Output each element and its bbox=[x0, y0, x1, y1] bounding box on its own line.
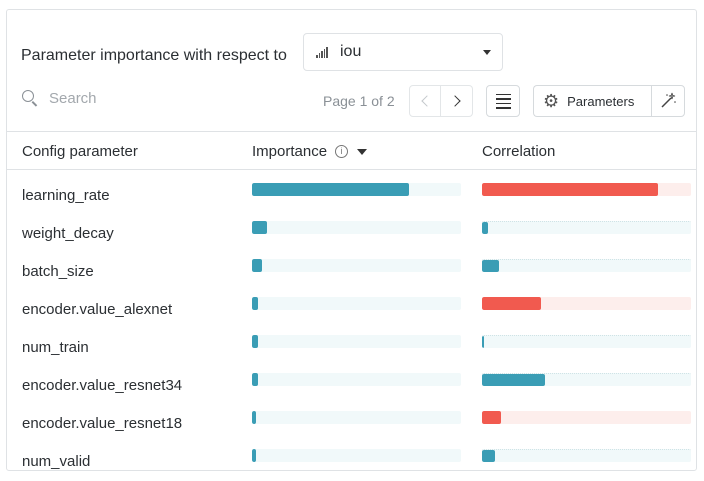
table-row: num_train bbox=[7, 329, 696, 367]
importance-bar bbox=[252, 335, 259, 348]
importance-bar-track bbox=[252, 183, 461, 196]
info-icon[interactable]: i bbox=[335, 145, 349, 158]
importance-bar bbox=[252, 411, 257, 424]
importance-bar bbox=[252, 297, 259, 310]
search-box bbox=[21, 89, 249, 107]
correlation-bar bbox=[482, 450, 495, 462]
magic-wand-button[interactable] bbox=[651, 85, 685, 117]
importance-bar bbox=[252, 259, 263, 272]
correlation-bar bbox=[482, 411, 501, 424]
column-header-importance[interactable]: Importance i bbox=[252, 143, 368, 160]
config-parameter-name: learning_rate bbox=[22, 187, 110, 204]
table-header: Config parameter Importance i Correlatio… bbox=[7, 131, 696, 170]
correlation-bar bbox=[482, 260, 499, 272]
metric-select[interactable]: iou bbox=[303, 33, 503, 71]
config-parameter-name: num_train bbox=[22, 339, 89, 356]
correlation-bar-track bbox=[482, 297, 691, 310]
importance-bar bbox=[252, 221, 267, 234]
table-row: encoder.value_resnet18 bbox=[7, 405, 696, 443]
table-row: encoder.value_resnet34 bbox=[7, 367, 696, 405]
correlation-bar-track bbox=[482, 183, 691, 196]
previous-page-button[interactable] bbox=[409, 85, 441, 117]
chevron-down-icon bbox=[483, 50, 491, 55]
parameters-button[interactable]: ⚙ Parameters bbox=[533, 85, 651, 117]
chevron-left-icon bbox=[421, 95, 433, 107]
config-parameter-name: encoder.value_resnet18 bbox=[22, 415, 183, 432]
config-parameter-name: encoder.value_alexnet bbox=[22, 301, 173, 318]
importance-bar-track bbox=[252, 259, 461, 272]
config-parameter-name: batch_size bbox=[22, 263, 94, 280]
importance-bar-track bbox=[252, 411, 461, 424]
correlation-bar bbox=[482, 183, 658, 196]
correlation-bar bbox=[482, 297, 541, 310]
correlation-bar-track bbox=[482, 449, 691, 462]
search-input[interactable] bbox=[49, 89, 249, 107]
gear-icon: ⚙ bbox=[543, 91, 560, 111]
correlation-bar bbox=[482, 374, 545, 386]
sort-desc-icon[interactable] bbox=[357, 148, 368, 155]
correlation-bar bbox=[482, 222, 489, 234]
importance-bar-track bbox=[252, 297, 461, 310]
table-row: learning_rate bbox=[7, 177, 696, 215]
parameter-importance-panel: Parameter importance with respect to iou… bbox=[6, 9, 697, 471]
config-parameter-name: encoder.value_resnet34 bbox=[22, 377, 183, 394]
column-header-importance-label: Importance bbox=[252, 143, 328, 160]
correlation-bar bbox=[482, 336, 485, 348]
next-page-button[interactable] bbox=[441, 85, 473, 117]
table-row: encoder.value_alexnet bbox=[7, 291, 696, 329]
importance-bar-track bbox=[252, 335, 461, 348]
config-parameter-name: weight_decay bbox=[22, 225, 114, 242]
table-row: weight_decay bbox=[7, 215, 696, 253]
panel-title: Parameter importance with respect to bbox=[21, 47, 287, 64]
importance-bar-track bbox=[252, 221, 461, 234]
metric-icon bbox=[316, 46, 330, 58]
importance-bar bbox=[252, 183, 409, 196]
correlation-bar-track bbox=[482, 335, 691, 348]
search-icon bbox=[21, 89, 39, 107]
correlation-bar-track bbox=[482, 259, 691, 272]
column-header-correlation[interactable]: Correlation bbox=[482, 143, 555, 160]
metric-select-value: iou bbox=[340, 43, 362, 60]
importance-bar-track bbox=[252, 449, 461, 462]
list-view-button[interactable] bbox=[486, 85, 520, 117]
importance-bar bbox=[252, 449, 257, 462]
table-row: batch_size bbox=[7, 253, 696, 291]
parameters-button-label: Parameters bbox=[567, 93, 635, 109]
correlation-bar-track bbox=[482, 373, 691, 386]
correlation-bar-track bbox=[482, 411, 691, 424]
config-parameter-name: num_valid bbox=[22, 453, 91, 470]
magic-wand-icon bbox=[661, 92, 676, 108]
page-indicator: Page 1 of 2 bbox=[323, 93, 395, 109]
table-row: num_valid bbox=[7, 443, 696, 470]
column-header-config-parameter[interactable]: Config parameter bbox=[22, 143, 138, 160]
correlation-bar-track bbox=[482, 221, 691, 234]
importance-bar-track bbox=[252, 373, 461, 386]
importance-bar bbox=[252, 373, 259, 386]
chevron-right-icon bbox=[448, 95, 461, 107]
